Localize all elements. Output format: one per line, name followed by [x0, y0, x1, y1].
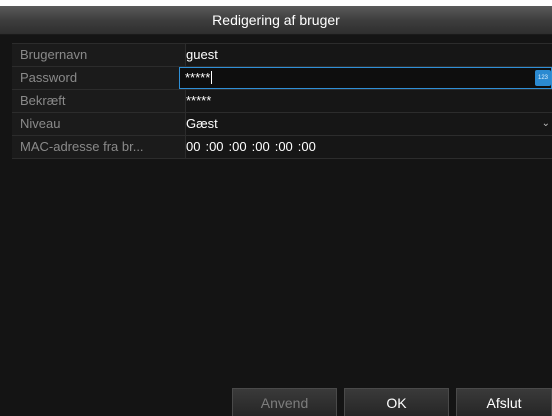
- chevron-down-icon: ⌄: [541, 118, 550, 129]
- text-caret: [211, 71, 213, 84]
- password-value-wrap: *****: [185, 68, 213, 88]
- confirm-row: Bekræft *****: [12, 90, 552, 113]
- username-label: Brugernavn: [12, 44, 186, 66]
- mac-segment-4[interactable]: :00: [252, 136, 270, 158]
- mac-segment-6[interactable]: :00: [298, 136, 316, 158]
- mac-segment-5[interactable]: :00: [275, 136, 293, 158]
- button-bar: Anvend OK Afslut: [0, 384, 552, 416]
- title-bar: Redigering af bruger: [0, 6, 552, 35]
- username-field[interactable]: guest: [186, 44, 552, 66]
- exit-button[interactable]: Afslut: [456, 388, 552, 416]
- level-row: Niveau Gæst ⌄: [12, 113, 552, 136]
- username-row: Brugernavn guest: [12, 44, 552, 67]
- numeric-keyboard-icon[interactable]: 123: [535, 70, 551, 86]
- password-row: Password ***** 123: [12, 67, 552, 90]
- edit-user-dialog: Redigering af bruger Brugernavn guest Pa…: [0, 6, 552, 416]
- mac-field[interactable]: 00 :00 :00 :00 :00 :00: [186, 136, 552, 158]
- mac-segment-1[interactable]: 00: [186, 136, 200, 158]
- level-label: Niveau: [12, 113, 186, 135]
- level-select[interactable]: Gæst ⌄: [186, 113, 552, 135]
- confirm-value: *****: [186, 93, 212, 108]
- username-value: guest: [186, 47, 218, 62]
- ok-button[interactable]: OK: [344, 388, 449, 416]
- mac-segment-3[interactable]: :00: [229, 136, 247, 158]
- confirm-field[interactable]: *****: [186, 90, 552, 112]
- confirm-label: Bekræft: [12, 90, 186, 112]
- password-field[interactable]: ***** 123: [179, 67, 552, 89]
- user-form: Brugernavn guest Password ***** 123 Bekr…: [12, 43, 552, 159]
- mac-row: MAC-adresse fra br... 00 :00 :00 :00 :00 :00: [12, 136, 552, 159]
- mac-label: MAC-adresse fra br...: [12, 136, 186, 158]
- apply-button[interactable]: Anvend: [232, 388, 337, 416]
- mac-segment-2[interactable]: :00: [205, 136, 223, 158]
- password-label: Password: [12, 67, 186, 89]
- password-value: *****: [185, 70, 211, 85]
- level-value: Gæst: [186, 116, 218, 131]
- dialog-title: Redigering af bruger: [212, 12, 340, 28]
